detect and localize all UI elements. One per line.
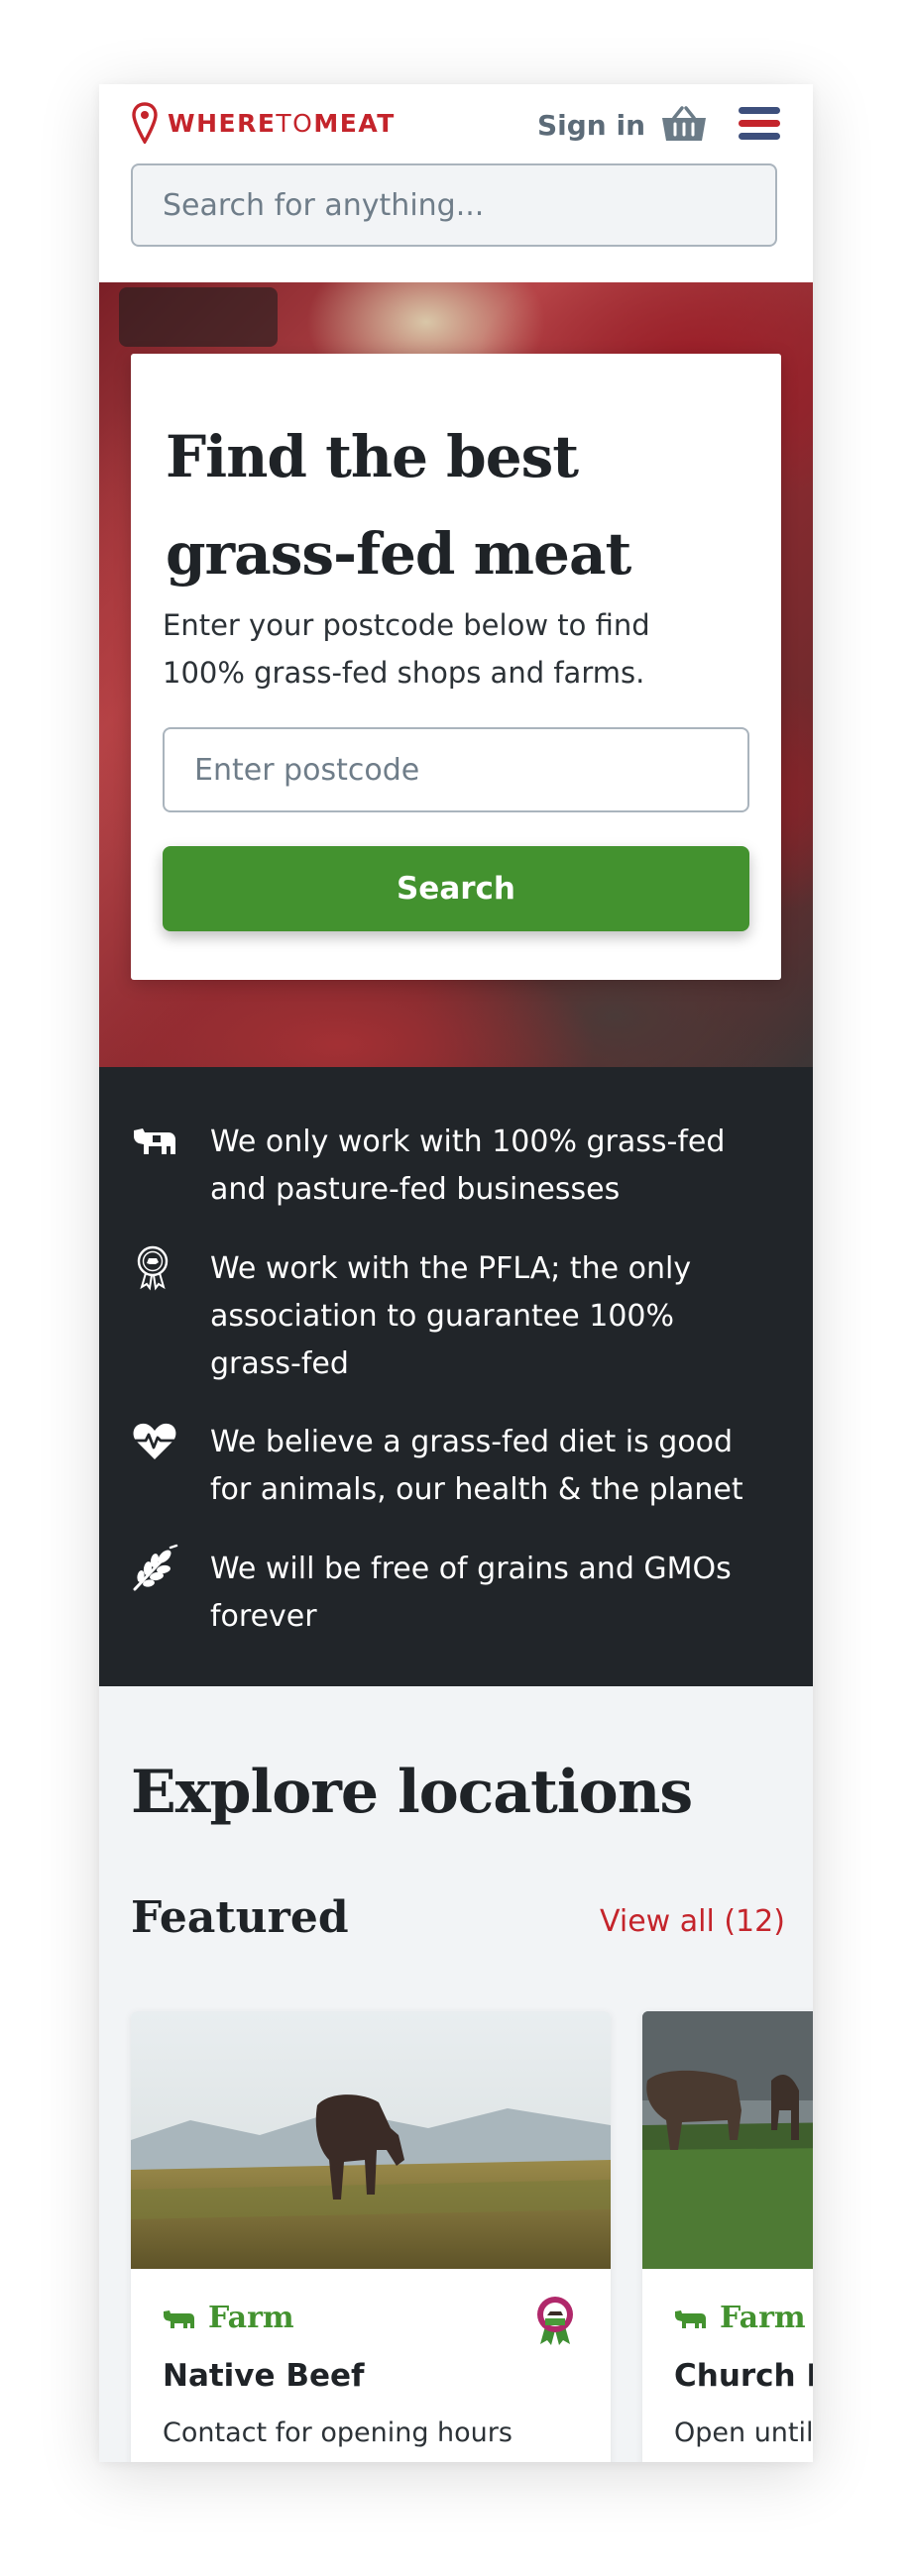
value-text: We work with the PFLA; the only associat… — [210, 1251, 692, 1381]
basket-icon[interactable] — [660, 104, 708, 144]
app-frame: WHERETOMEAT Sign in Find the best grass-… — [99, 84, 813, 2462]
postcode-input[interactable] — [163, 727, 749, 812]
value-text: We only work with 100% grass-fed and pas… — [210, 1125, 726, 1207]
heartbeat-icon — [133, 1423, 176, 1459]
hero-section: Find the best grass-fed meat Enter your … — [99, 282, 813, 1067]
explore-title: Explore locations — [131, 1758, 693, 1827]
cow-icon — [675, 2309, 706, 2328]
location-name: Church F — [674, 2358, 813, 2394]
postcode-search-card: Find the best grass-fed meat Enter your … — [131, 354, 781, 980]
value-text: We believe a grass-fed diet is good for … — [210, 1425, 743, 1507]
farm-photo — [642, 2011, 813, 2269]
location-hours: Open until — [674, 2417, 813, 2448]
cow-icon — [134, 1128, 175, 1154]
location-type-label: Farm — [720, 2301, 806, 2335]
explore-section: Explore locations Featured View all (12) — [99, 1686, 813, 2462]
location-type-tag: Farm — [163, 2301, 294, 2335]
hero-subtitle: Enter your postcode below to find 100% g… — [163, 608, 650, 690]
logo-text: WHERETOMEAT — [168, 108, 396, 138]
values-section: We only work with 100% grass-fed and pas… — [99, 1067, 813, 1686]
wheat-icon — [133, 1544, 178, 1591]
site-header: WHERETOMEAT Sign in — [99, 84, 813, 282]
hero-title: Find the best grass-fed meat — [166, 423, 631, 588]
cow-icon — [164, 2309, 194, 2328]
location-pin-icon — [132, 102, 158, 144]
location-card[interactable]: Farm Native Beef Contact for opening hou… — [131, 2011, 611, 2462]
location-type-tag: Farm — [674, 2301, 806, 2335]
pfla-badge-icon — [537, 2297, 573, 2345]
view-all-link[interactable]: View all (12) — [600, 1904, 785, 1939]
location-type-label: Farm — [208, 2301, 294, 2335]
location-hours: Contact for opening hours — [163, 2417, 513, 2448]
pfla-badge-icon — [137, 1245, 169, 1291]
farm-photo — [131, 2011, 611, 2269]
hero-background-image — [119, 287, 278, 347]
location-name: Native Beef — [163, 2358, 365, 2394]
featured-heading: Featured — [131, 1892, 349, 1943]
menu-icon[interactable] — [739, 104, 780, 144]
sign-in-link[interactable]: Sign in — [537, 109, 645, 142]
search-button[interactable]: Search — [163, 846, 749, 931]
logo[interactable]: WHERETOMEAT — [132, 102, 396, 144]
value-text: We will be free of grains and GMOs forev… — [210, 1552, 732, 1634]
site-search-input[interactable] — [131, 163, 777, 247]
location-card[interactable]: Farm Church F Open until — [642, 2011, 813, 2462]
